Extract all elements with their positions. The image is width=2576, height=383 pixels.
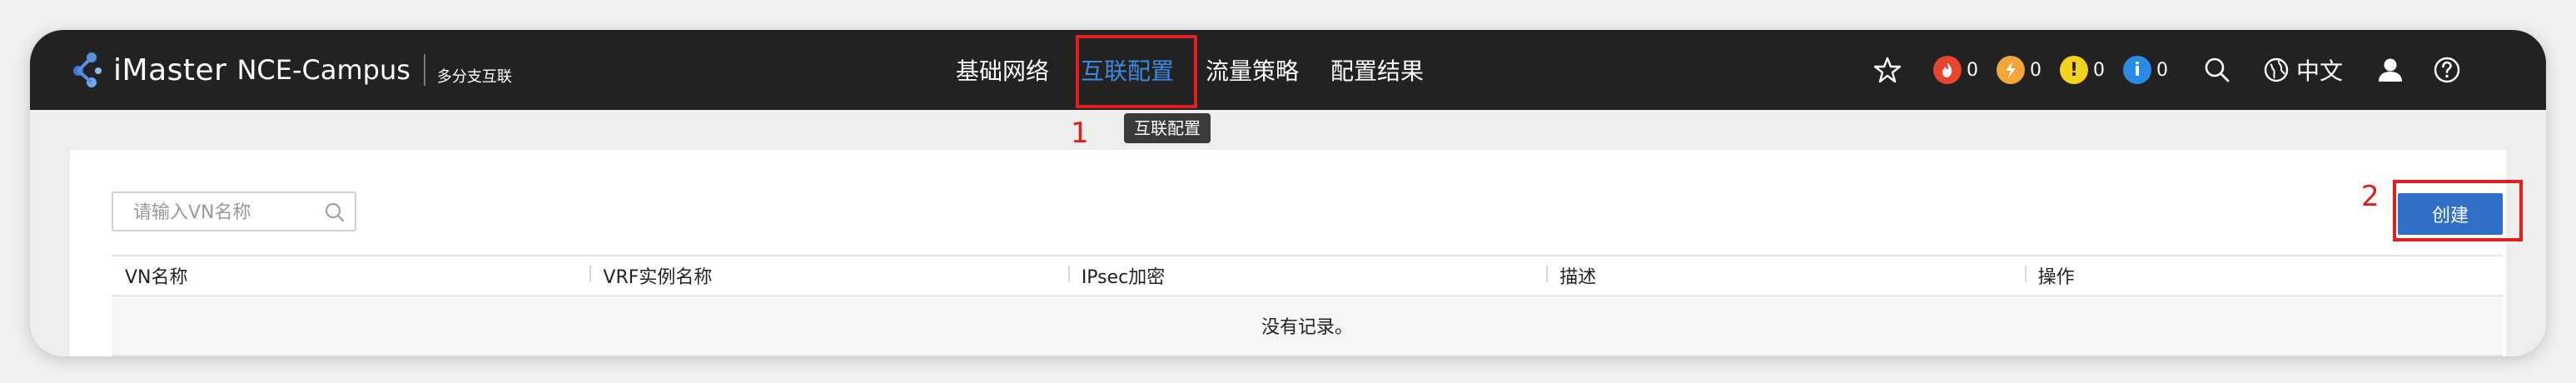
nav-traffic-policy[interactable]: 流量策略 [1206,53,1299,87]
language-label: 中文 [2296,57,2344,85]
brand-subtitle: 多分支互联 [436,68,512,86]
nav-basic-network[interactable]: 基础网络 [956,53,1049,87]
column-header-vn-name[interactable]: VN名称 [112,262,589,289]
user-icon[interactable] [2376,56,2404,84]
brand: iMaster NCE-Campus 多分支互联 [67,48,512,92]
alarm-major[interactable]: 0 [1997,56,2041,84]
brand-product: NCE-Campus [236,54,410,86]
exclamation-icon: ! [2060,56,2088,84]
alarm-critical[interactable]: 0 [1933,56,1978,84]
table-empty-message: 没有记录。 [112,296,2503,356]
highlight-box-step-1 [1076,35,1197,108]
alarm-minor-count: 0 [2093,59,2105,81]
vn-table: VN名称 VRF实例名称 IPsec加密 描述 操作 没有记录。 [112,255,2503,356]
bolt-icon [1997,56,2025,84]
star-icon[interactable] [1873,56,1902,84]
vn-search-input[interactable] [113,193,335,231]
alarm-info-count: 0 [2156,59,2168,81]
vn-search-box[interactable] [112,192,356,231]
brand-name: iMaster [113,52,227,87]
main-content: 创建 VN名称 VRF实例名称 IPsec加密 描述 操作 没有记录。 [70,150,2506,356]
table-header: VN名称 VRF实例名称 IPsec加密 描述 操作 [112,255,2503,296]
header-tools: 0 0 ! 0 i 0 中文 [1873,30,2461,110]
column-header-description[interactable]: 描述 [1546,262,2024,289]
column-header-ipsec[interactable]: IPsec加密 [1067,262,1546,289]
step-number-1: 1 [1071,117,1089,150]
language-switch[interactable]: 中文 [2263,53,2343,87]
column-header-vrf-instance[interactable]: VRF实例名称 [589,262,1067,289]
search-icon[interactable] [323,201,346,224]
highlight-box-step-2 [2393,180,2523,241]
brand-divider [423,54,425,86]
globe-icon [2264,57,2289,82]
fire-icon [1933,56,1962,84]
huawei-logo-icon [73,52,102,87]
search-icon[interactable] [2203,56,2231,84]
help-icon[interactable] [2433,56,2461,84]
alarm-major-count: 0 [2030,59,2041,81]
nav-config-result[interactable]: 配置结果 [1330,53,1424,87]
alarm-info[interactable]: i 0 [2123,56,2168,84]
app-window: iMaster NCE-Campus 多分支互联 基础网络 互联配置 流量策略 … [30,30,2546,356]
main-nav: 基础网络 互联配置 流量策略 配置结果 [956,30,1455,110]
top-navigation-bar: iMaster NCE-Campus 多分支互联 基础网络 互联配置 流量策略 … [30,30,2546,110]
alarm-minor[interactable]: ! 0 [2060,56,2105,84]
column-header-operation: 操作 [2024,262,2503,289]
info-icon: i [2123,56,2151,84]
nav-tooltip: 互联配置 [1124,113,1211,143]
step-number-2: 2 [2361,180,2380,213]
alarm-critical-count: 0 [1967,59,1978,81]
